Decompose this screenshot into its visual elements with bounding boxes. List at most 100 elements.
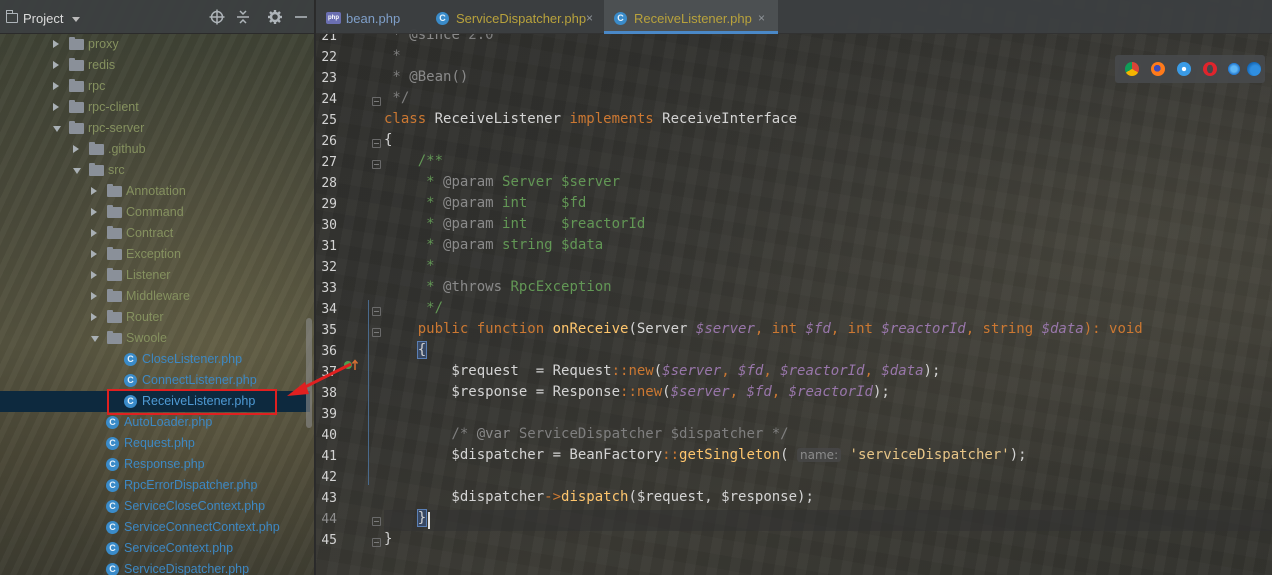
- code-line[interactable]: }: [384, 531, 392, 552]
- tree-file-item[interactable]: C ServiceContext.php: [0, 538, 310, 559]
- chevron-right-icon[interactable]: [91, 292, 97, 300]
- chevron-right-icon[interactable]: [91, 271, 97, 279]
- code-token: $server: [695, 321, 755, 337]
- tree-folder-item[interactable]: proxy: [0, 34, 310, 55]
- tree-folder-item[interactable]: Middleware: [0, 286, 310, 307]
- line-number: 26: [321, 134, 337, 149]
- project-title[interactable]: Project: [23, 11, 63, 26]
- tab-bean-php[interactable]: php bean.php: [316, 0, 426, 34]
- code-editor[interactable]: php bean.php C ServiceDispatcher.php × C…: [316, 0, 1272, 575]
- tree-file-item[interactable]: C Response.php: [0, 454, 310, 475]
- code-area[interactable]: * @since 2.0 * * @Bean() */class Receive…: [384, 27, 1272, 575]
- code-line[interactable]: {: [384, 341, 428, 363]
- fold-toggle-icon[interactable]: [372, 328, 381, 337]
- code-line[interactable]: */: [384, 90, 409, 111]
- close-icon[interactable]: ×: [758, 11, 765, 25]
- chevron-right-icon[interactable]: [53, 61, 59, 69]
- tab-service-dispatcher[interactable]: C ServiceDispatcher.php ×: [426, 0, 604, 34]
- ie-icon[interactable]: [1227, 62, 1241, 76]
- tree-file-item[interactable]: C ServiceConnectContext.php: [0, 517, 310, 538]
- fold-toggle-icon[interactable]: [372, 538, 381, 547]
- chevron-right-icon[interactable]: [91, 250, 97, 258]
- line-number-gutter[interactable]: 21 22 23 24 25 26 27 28 29 30 31 32 33 34 35 36 37 38 39 40…: [316, 29, 384, 575]
- code-line[interactable]: {: [384, 132, 392, 153]
- chevron-down-icon[interactable]: [72, 17, 80, 22]
- edge-icon[interactable]: [1247, 62, 1261, 76]
- code-token: $reactorId: [881, 321, 966, 337]
- chevron-right-icon[interactable]: [91, 208, 97, 216]
- tree-folder-item[interactable]: Exception: [0, 244, 310, 265]
- collapse-all-icon[interactable]: [235, 9, 251, 25]
- code-line[interactable]: */: [384, 300, 443, 321]
- tree-item-label: Middleware: [126, 289, 190, 303]
- code-line[interactable]: /**: [384, 153, 443, 174]
- locate-file-icon[interactable]: [209, 9, 225, 25]
- fold-toggle-icon[interactable]: [372, 97, 381, 106]
- code-line[interactable]: * @param Server $server: [384, 174, 620, 195]
- tree-folder-item[interactable]: Router: [0, 307, 310, 328]
- tree-folder-item[interactable]: Annotation: [0, 181, 310, 202]
- code-line[interactable]: }: [384, 509, 1272, 531]
- fold-toggle-icon[interactable]: [372, 160, 381, 169]
- chevron-down-icon[interactable]: [91, 336, 99, 342]
- close-icon[interactable]: ×: [586, 11, 593, 25]
- code-line[interactable]: $dispatcher->dispatch($request, $respons…: [384, 489, 813, 510]
- code-token: @param: [443, 237, 494, 253]
- fold-toggle-icon[interactable]: [372, 307, 381, 316]
- tree-file-item[interactable]: C RpcErrorDispatcher.php: [0, 475, 310, 496]
- code-line[interactable]: public function onReceive(Server $server…: [384, 321, 1143, 342]
- gear-icon[interactable]: [267, 9, 283, 25]
- code-line[interactable]: * @Bean(): [384, 69, 468, 90]
- tree-folder-item[interactable]: Contract: [0, 223, 310, 244]
- chevron-right-icon[interactable]: [73, 145, 79, 153]
- chevron-right-icon[interactable]: [53, 103, 59, 111]
- class-file-icon: C: [614, 12, 627, 25]
- code-token: ):: [1083, 321, 1110, 337]
- chevron-right-icon[interactable]: [91, 313, 97, 321]
- code-line[interactable]: * @throws RpcException: [384, 279, 611, 300]
- code-line[interactable]: * @param string $data: [384, 237, 603, 258]
- hide-panel-icon[interactable]: [293, 9, 309, 25]
- chevron-down-icon[interactable]: [53, 126, 61, 132]
- tree-folder-item[interactable]: Listener: [0, 265, 310, 286]
- tree-file-item[interactable]: C AutoLoader.php: [0, 412, 310, 433]
- firefox-icon[interactable]: [1151, 62, 1165, 76]
- fold-toggle-icon[interactable]: [372, 139, 381, 148]
- chrome-icon[interactable]: [1125, 62, 1139, 76]
- chevron-right-icon[interactable]: [53, 40, 59, 48]
- chevron-right-icon[interactable]: [53, 82, 59, 90]
- chevron-right-icon[interactable]: [91, 229, 97, 237]
- tree-folder-item[interactable]: Swoole: [0, 328, 310, 349]
- tree-file-item[interactable]: C Request.php: [0, 433, 310, 454]
- tree-folder-item[interactable]: rpc: [0, 76, 310, 97]
- tree-folder-item[interactable]: Command: [0, 202, 310, 223]
- tree-folder-item[interactable]: src: [0, 160, 310, 181]
- tree-folder-item[interactable]: .github: [0, 139, 310, 160]
- code-token: $response = Response: [384, 384, 621, 400]
- safari-icon[interactable]: [1177, 62, 1191, 76]
- code-line[interactable]: $request = Request::new($server, $fd, $r…: [384, 363, 940, 384]
- tree-file-item[interactable]: C ServiceCloseContext.php: [0, 496, 310, 517]
- folder-icon: [107, 289, 122, 302]
- code-line[interactable]: $dispatcher = BeanFactory::getSingleton(…: [384, 447, 1026, 468]
- chevron-right-icon[interactable]: [91, 187, 97, 195]
- code-line[interactable]: /* @var ServiceDispatcher $dispatcher */: [384, 426, 788, 447]
- code-token: ->: [544, 489, 562, 505]
- code-line[interactable]: class ReceiveListener implements Receive…: [384, 111, 797, 132]
- code-line[interactable]: *: [384, 48, 400, 69]
- code-line[interactable]: * @param int $reactorId: [384, 216, 645, 237]
- tab-receive-listener[interactable]: C ReceiveListener.php ×: [604, 0, 778, 34]
- tree-file-item[interactable]: C ConnectListener.php: [0, 370, 310, 391]
- fold-toggle-icon[interactable]: [372, 517, 381, 526]
- tree-file-item[interactable]: C ServiceDispatcher.php: [0, 559, 310, 575]
- opera-icon[interactable]: [1203, 62, 1217, 76]
- tree-folder-item[interactable]: redis: [0, 55, 310, 76]
- tree-file-item[interactable]: C CloseListener.php: [0, 349, 310, 370]
- tree-folder-item[interactable]: rpc-client: [0, 97, 310, 118]
- chevron-down-icon[interactable]: [73, 168, 81, 174]
- code-line[interactable]: *: [384, 258, 434, 279]
- tree-folder-item[interactable]: rpc-server: [0, 118, 310, 139]
- code-token: ,: [864, 363, 882, 379]
- code-line[interactable]: * @param int $fd: [384, 195, 586, 216]
- code-line[interactable]: $response = Response::new($server, $fd, …: [384, 384, 889, 405]
